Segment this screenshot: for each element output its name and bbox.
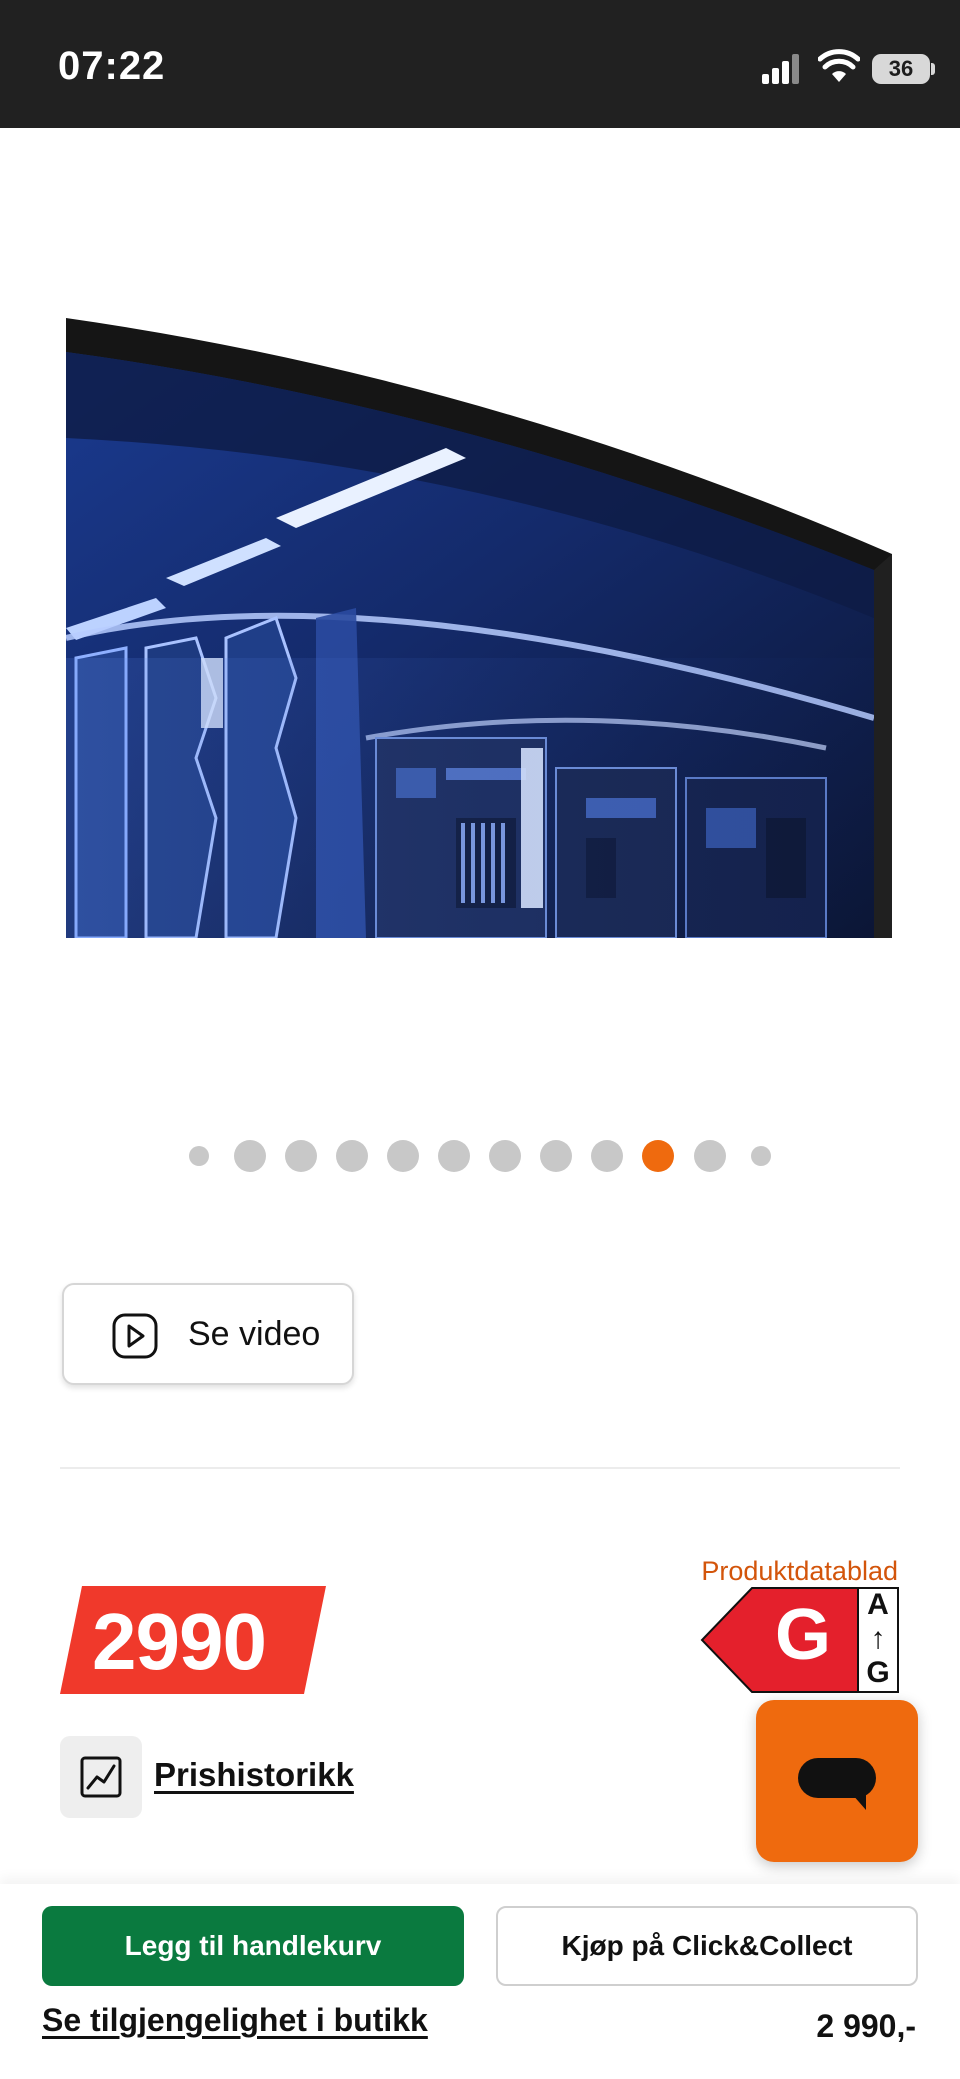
carousel-dot[interactable] — [285, 1140, 317, 1172]
click-collect-button[interactable]: Kjøp på Click&Collect — [496, 1906, 918, 1986]
watch-video-button[interactable]: Se video — [62, 1283, 354, 1385]
carousel-dot[interactable] — [591, 1140, 623, 1172]
chat-button[interactable] — [756, 1700, 918, 1862]
wifi-icon — [818, 49, 860, 82]
store-availability-link[interactable]: Se tilgjengelighet i butikk — [42, 2002, 428, 2039]
carousel-dot[interactable] — [751, 1146, 771, 1166]
carousel-dot-active[interactable] — [642, 1140, 674, 1172]
energy-scale-arrow: ↑ — [870, 1622, 886, 1655]
price-amount: 2990 — [92, 1597, 267, 1686]
carousel-dots[interactable] — [0, 1136, 960, 1172]
energy-scale-top: A — [867, 1588, 889, 1621]
product-datasheet-link[interactable]: Produktdatablad — [640, 1556, 898, 1587]
energy-scale: A ↑ G — [860, 1588, 896, 1690]
carousel-dot[interactable] — [336, 1140, 368, 1172]
bottom-price: 2 990,- — [816, 2008, 916, 2044]
price-history-link[interactable]: Prishistorikk — [154, 1756, 354, 1794]
carousel-dot[interactable] — [387, 1140, 419, 1172]
video-label: Se video — [188, 1315, 321, 1353]
chart-icon — [80, 1756, 122, 1798]
carousel-dot[interactable] — [234, 1140, 266, 1172]
energy-scale-bottom: G — [866, 1656, 890, 1689]
battery-nub — [931, 63, 935, 75]
carousel-dot[interactable] — [438, 1140, 470, 1172]
play-icon — [112, 1313, 158, 1359]
chat-bubble-icon — [798, 1758, 876, 1810]
carousel-dot[interactable] — [489, 1140, 521, 1172]
carousel-dot[interactable] — [540, 1140, 572, 1172]
carousel-dot[interactable] — [694, 1140, 726, 1172]
divider — [60, 1467, 900, 1469]
status-time: 07:22 — [58, 44, 166, 88]
curved-monitor-image[interactable] — [66, 318, 892, 938]
energy-grade: G — [774, 1595, 831, 1675]
status-bar: 07:22 36 — [0, 0, 960, 128]
battery-icon: 36 — [872, 54, 930, 84]
price-history-icon-box[interactable] — [60, 1736, 142, 1818]
carousel-dot[interactable] — [189, 1146, 209, 1166]
signal-icon — [762, 52, 800, 84]
add-to-cart-button[interactable]: Legg til handlekurv — [42, 1906, 464, 1986]
